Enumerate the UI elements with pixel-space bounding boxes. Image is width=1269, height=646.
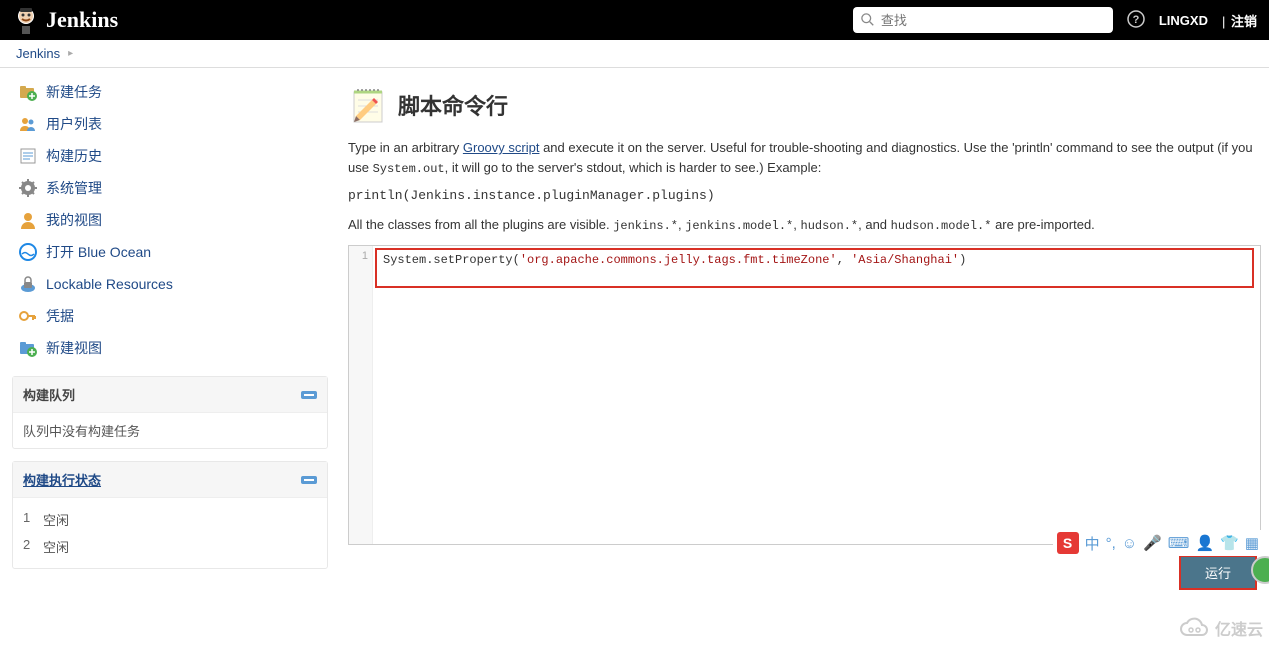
executor-number: 2 bbox=[23, 537, 43, 556]
build-queue-empty: 队列中没有构建任务 bbox=[13, 413, 327, 448]
sidebar-item-people[interactable]: 用户列表 bbox=[12, 108, 328, 140]
breadcrumb: Jenkins ▸ bbox=[0, 40, 1269, 68]
ime-skin-icon[interactable]: 👕 bbox=[1220, 534, 1239, 552]
groovy-link[interactable]: Groovy script bbox=[463, 140, 540, 155]
executor-title[interactable]: 构建执行状态 bbox=[23, 470, 101, 489]
top-header: Jenkins ? LINGXD 注销 bbox=[0, 0, 1269, 40]
jenkins-logo[interactable]: Jenkins bbox=[12, 4, 118, 36]
ime-mic-icon[interactable]: 🎤 bbox=[1143, 534, 1162, 552]
svg-text:?: ? bbox=[1132, 14, 1139, 26]
lock-icon bbox=[16, 274, 40, 294]
search-input[interactable] bbox=[881, 13, 1105, 28]
ime-punct-icon[interactable]: °, bbox=[1106, 535, 1116, 552]
notepad-icon bbox=[348, 84, 390, 126]
new-item-icon bbox=[16, 82, 40, 102]
classes-note: All the classes from all the plugins are… bbox=[348, 215, 1261, 235]
sidebar-item-my-views[interactable]: 我的视图 bbox=[12, 204, 328, 236]
watermark: 亿速云 bbox=[1179, 616, 1263, 640]
sidebar-item-lockable[interactable]: Lockable Resources bbox=[12, 268, 328, 300]
executor-number: 1 bbox=[23, 510, 43, 529]
executor-state: 空闲 bbox=[43, 510, 69, 529]
blue-ocean-icon bbox=[16, 242, 40, 262]
sidebar-item-credentials[interactable]: 凭据 bbox=[12, 300, 328, 332]
folder-plus-icon bbox=[16, 338, 40, 358]
history-icon bbox=[16, 146, 40, 166]
brand-text: Jenkins bbox=[46, 7, 118, 33]
editor-highlight-box: System.setProperty('org.apache.commons.j… bbox=[375, 248, 1254, 288]
build-queue-title: 构建队列 bbox=[23, 385, 75, 404]
search-icon bbox=[861, 13, 875, 27]
watermark-text: 亿速云 bbox=[1215, 616, 1263, 640]
ime-keyboard-icon[interactable]: ⌨ bbox=[1168, 534, 1190, 552]
jenkins-icon bbox=[12, 4, 40, 36]
script-editor[interactable]: 1 System.setProperty('org.apache.commons… bbox=[348, 245, 1261, 545]
sidebar-item-label: 新建任务 bbox=[46, 82, 102, 102]
logout-link[interactable]: 注销 bbox=[1222, 11, 1257, 30]
run-button[interactable]: 运行 bbox=[1179, 555, 1257, 590]
collapse-icon[interactable] bbox=[301, 391, 317, 399]
example-code: println(Jenkins.instance.pluginManager.p… bbox=[348, 188, 1261, 203]
line-number: 1 bbox=[349, 250, 368, 262]
build-queue-panel: 构建队列 队列中没有构建任务 bbox=[12, 376, 328, 449]
breadcrumb-separator-icon: ▸ bbox=[68, 48, 73, 59]
people-icon bbox=[16, 114, 40, 134]
sidebar-item-label: 凭据 bbox=[46, 306, 74, 326]
editor-gutter: 1 bbox=[349, 246, 373, 544]
sidebar-item-build-history[interactable]: 构建历史 bbox=[12, 140, 328, 172]
gear-icon bbox=[16, 178, 40, 198]
collapse-icon[interactable] bbox=[301, 476, 317, 484]
ime-grid-icon[interactable]: ▦ bbox=[1245, 534, 1259, 552]
executor-state: 空闲 bbox=[43, 537, 69, 556]
side-nav: 新建任务 用户列表 构建历史 系统管理 我的视图 打开 Blue Ocean bbox=[12, 76, 328, 364]
code-string: 'Asia/Shanghai' bbox=[851, 253, 959, 267]
code-string: 'org.apache.commons.jelly.tags.fmt.timeZ… bbox=[520, 253, 837, 267]
sidebar-item-new-view[interactable]: 新建视图 bbox=[12, 332, 328, 364]
ime-user-icon[interactable]: 👤 bbox=[1195, 534, 1214, 552]
sidebar-item-label: Lockable Resources bbox=[46, 276, 173, 292]
sidebar: 新建任务 用户列表 构建历史 系统管理 我的视图 打开 Blue Ocean bbox=[0, 68, 340, 616]
sidebar-item-manage[interactable]: 系统管理 bbox=[12, 172, 328, 204]
help-icon[interactable]: ? bbox=[1127, 10, 1145, 31]
ime-mode-icon[interactable]: 中 bbox=[1085, 533, 1100, 554]
sidebar-item-label: 打开 Blue Ocean bbox=[46, 242, 151, 262]
cloud-icon bbox=[1179, 617, 1211, 639]
ime-toolbar: S 中 °, ☺ 🎤 ⌨ 👤 👕 ▦ bbox=[1053, 530, 1263, 556]
sidebar-item-label: 新建视图 bbox=[46, 338, 102, 358]
sidebar-item-new-item[interactable]: 新建任务 bbox=[12, 76, 328, 108]
ime-emoji-icon[interactable]: ☺ bbox=[1122, 535, 1137, 552]
executor-panel: 构建执行状态 1 空闲 2 空闲 bbox=[12, 461, 328, 569]
code-text: System.setProperty( bbox=[383, 253, 520, 267]
executor-row: 2 空闲 bbox=[23, 533, 317, 560]
sidebar-item-label: 用户列表 bbox=[46, 114, 102, 134]
user-icon bbox=[16, 210, 40, 230]
page-title: 脚本命令行 bbox=[398, 89, 508, 121]
sidebar-item-label: 我的视图 bbox=[46, 210, 102, 230]
sogou-logo-icon[interactable]: S bbox=[1057, 532, 1079, 554]
user-link[interactable]: LINGXD bbox=[1159, 13, 1208, 28]
key-icon bbox=[16, 306, 40, 326]
sidebar-item-label: 构建历史 bbox=[46, 146, 102, 166]
breadcrumb-root[interactable]: Jenkins bbox=[16, 46, 60, 61]
sidebar-item-label: 系统管理 bbox=[46, 178, 102, 198]
executor-row: 1 空闲 bbox=[23, 506, 317, 533]
search-box[interactable] bbox=[853, 7, 1113, 33]
sidebar-item-blue-ocean[interactable]: 打开 Blue Ocean bbox=[12, 236, 328, 268]
description: Type in an arbitrary Groovy script and e… bbox=[348, 138, 1261, 178]
